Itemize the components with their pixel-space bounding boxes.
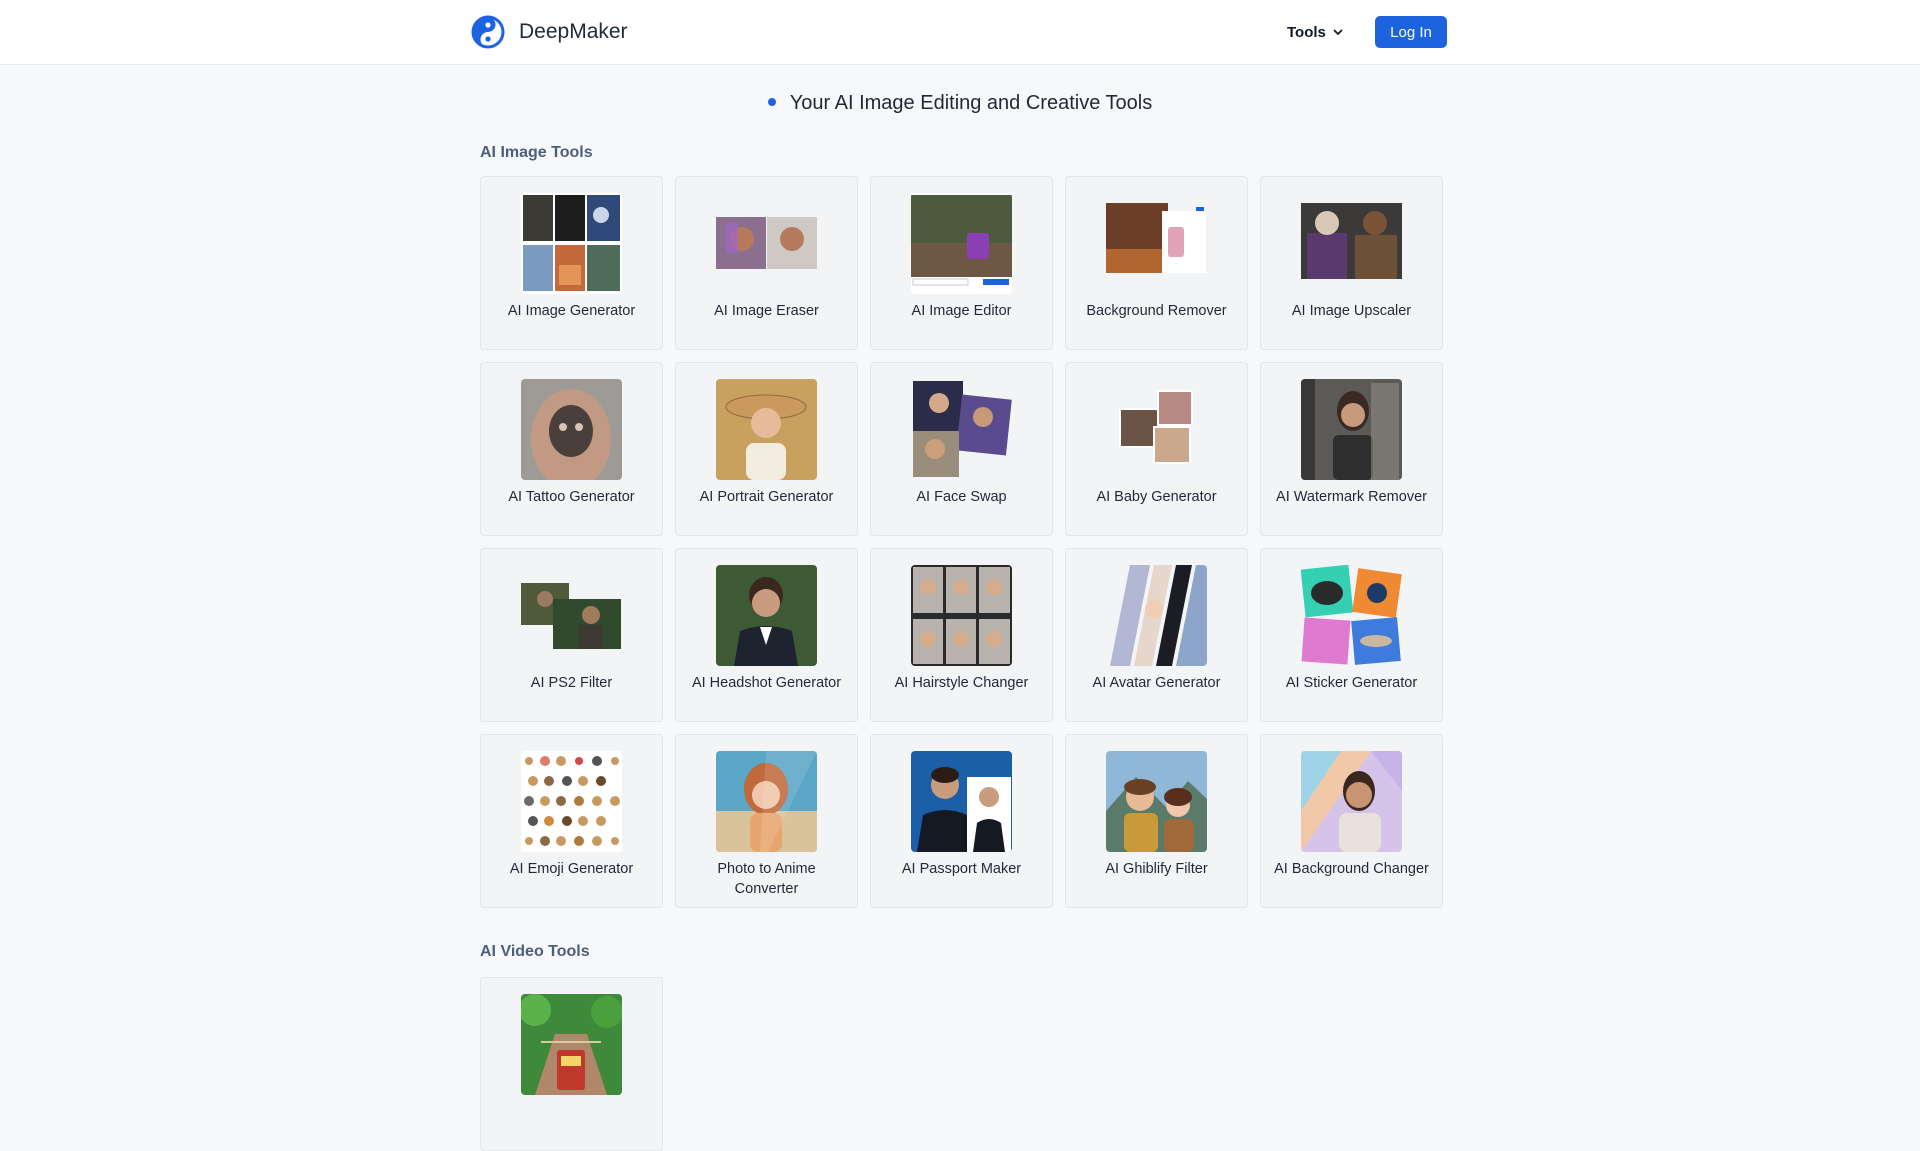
brand-logo[interactable]: DeepMaker — [471, 14, 628, 50]
background-changer-thumbnail — [1301, 751, 1402, 852]
bullet-dot-icon — [767, 97, 776, 106]
ps2-filter-thumbnail — [521, 565, 622, 666]
tool-card-watermark-remover[interactable]: AI Watermark Remover — [1260, 362, 1443, 536]
brand-name: DeepMaker — [519, 20, 628, 43]
login-button[interactable]: Log In — [1375, 16, 1447, 48]
portrait-generator-thumbnail — [716, 379, 817, 480]
tool-card-ghiblify-filter[interactable]: AI Ghiblify Filter — [1065, 734, 1248, 908]
ghiblify-filter-thumbnail — [1106, 751, 1207, 852]
tool-card-image-upscaler[interactable]: AI Image Upscaler — [1260, 176, 1443, 350]
emoji-generator-thumbnail — [521, 751, 622, 852]
tattoo-generator-thumbnail — [521, 379, 622, 480]
tools-dropdown[interactable]: Tools — [1287, 20, 1344, 44]
tool-card-portrait-generator[interactable]: AI Portrait Generator — [675, 362, 858, 536]
tool-card-photo-to-anime[interactable]: Photo to Anime Converter — [675, 734, 858, 908]
tool-card-background-changer[interactable]: AI Background Changer — [1260, 734, 1443, 908]
tool-card-label: AI Face Swap — [916, 489, 1007, 505]
tool-card-label: AI Background Changer — [1274, 861, 1429, 877]
tool-card-label: AI Avatar Generator — [1092, 675, 1221, 691]
tool-card-label: AI Portrait Generator — [699, 489, 834, 505]
tool-card-passport-maker[interactable]: AI Passport Maker — [870, 734, 1053, 908]
section-title-video-tools: AI Video Tools — [480, 943, 590, 960]
background-remover-thumbnail — [1106, 193, 1207, 294]
top-navbar: DeepMaker Tools Log In — [0, 0, 1920, 65]
tool-card-label: AI Sticker Generator — [1285, 675, 1418, 691]
tool-card-label: Background Remover — [1086, 303, 1227, 319]
section-title-image-tools: AI Image Tools — [480, 144, 593, 161]
tool-card-face-swap[interactable]: AI Face Swap — [870, 362, 1053, 536]
tool-card-background-remover[interactable]: Background Remover — [1065, 176, 1248, 350]
tool-card-sticker-generator[interactable]: AI Sticker Generator — [1260, 548, 1443, 722]
tool-card-label: AI Hairstyle Changer — [894, 675, 1029, 691]
tool-card-label: AI Passport Maker — [901, 861, 1022, 877]
tool-card-label: AI Ghiblify Filter — [1105, 861, 1208, 877]
tool-card-headshot-generator[interactable]: AI Headshot Generator — [675, 548, 858, 722]
tools-dropdown-label: Tools — [1287, 23, 1326, 41]
video-tools-grid — [480, 977, 1441, 1151]
deepmaker-logo-icon — [471, 15, 505, 49]
tool-card-label: AI Image Editor — [911, 303, 1012, 319]
face-swap-thumbnail — [911, 379, 1012, 480]
tool-card-ps2-filter[interactable]: AI PS2 Filter — [480, 548, 663, 722]
tagline-text: Your AI Image Editing and Creative Tools — [789, 92, 1153, 114]
tool-card-image-editor[interactable]: AI Image Editor — [870, 176, 1053, 350]
baby-generator-thumbnail — [1106, 379, 1207, 480]
photo-to-anime-thumbnail — [716, 751, 817, 852]
image-generator-thumbnail — [521, 193, 622, 294]
tool-card-label: AI Tattoo Generator — [508, 489, 635, 505]
hero-tagline: Your AI Image Editing and Creative Tools — [0, 92, 1920, 115]
tool-card-baby-generator[interactable]: AI Baby Generator — [1065, 362, 1248, 536]
image-tools-grid: AI Image Generator AI Image Eraser AI Im… — [480, 176, 1443, 908]
watermark-remover-thumbnail — [1301, 379, 1402, 480]
tool-card-label: AI Baby Generator — [1096, 489, 1217, 505]
tool-card-tattoo-generator[interactable]: AI Tattoo Generator — [480, 362, 663, 536]
tool-card-label: AI Watermark Remover — [1276, 489, 1427, 505]
tool-card-label: Photo to Anime Converter — [717, 861, 816, 897]
hairstyle-changer-thumbnail — [911, 565, 1012, 666]
tool-card-label: AI Image Upscaler — [1291, 303, 1412, 319]
tool-card-label: AI Emoji Generator — [509, 861, 634, 877]
avatar-generator-thumbnail — [1106, 565, 1207, 666]
tool-card-emoji-generator[interactable]: AI Emoji Generator — [480, 734, 663, 908]
passport-maker-thumbnail — [911, 751, 1012, 852]
headshot-generator-thumbnail — [716, 565, 817, 666]
tool-card-avatar-generator[interactable]: AI Avatar Generator — [1065, 548, 1248, 722]
tool-card-label: AI PS2 Filter — [530, 675, 613, 691]
image-editor-thumbnail — [911, 193, 1012, 294]
chevron-down-icon — [1333, 29, 1343, 35]
tool-card-image-generator[interactable]: AI Image Generator — [480, 176, 663, 350]
image-upscaler-thumbnail — [1301, 193, 1402, 294]
tool-card-image-eraser[interactable]: AI Image Eraser — [675, 176, 858, 350]
tool-card-label: AI Image Generator — [507, 303, 636, 319]
tool-card-hairstyle-changer[interactable]: AI Hairstyle Changer — [870, 548, 1053, 722]
sticker-generator-thumbnail — [1301, 565, 1402, 666]
tool-card-label: AI Headshot Generator — [691, 675, 842, 691]
tool-card-label: AI Image Eraser — [714, 303, 819, 319]
image-eraser-thumbnail — [716, 193, 817, 294]
tool-card-video-tool[interactable] — [480, 977, 663, 1151]
